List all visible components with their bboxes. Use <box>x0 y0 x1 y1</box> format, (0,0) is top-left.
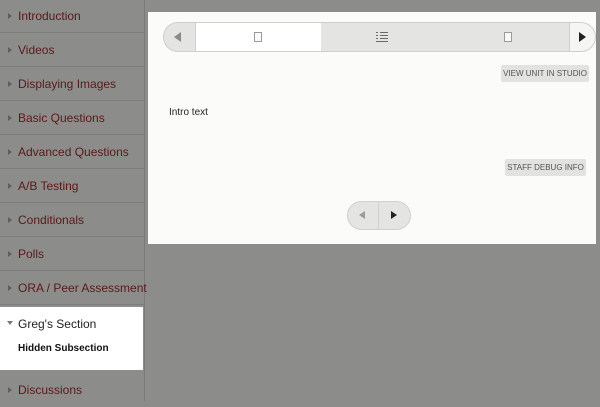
chevron-right-icon <box>579 32 586 42</box>
previous-unit-button[interactable] <box>348 202 379 229</box>
list-icon <box>376 31 390 43</box>
chevron-left-icon <box>359 211 365 219</box>
sidebar-item-ora-peer-assessment[interactable]: ORA / Peer Assessment <box>0 272 147 305</box>
chevron-down-icon <box>7 321 13 325</box>
chevron-right-icon <box>8 387 12 393</box>
sidebar-item-label: Polls <box>18 247 45 261</box>
next-unit-button[interactable] <box>379 202 410 229</box>
sequence-tab-1[interactable] <box>196 23 321 51</box>
sidebar-item-label: Advanced Questions <box>18 145 129 159</box>
sidebar-item-discussions[interactable]: Discussions <box>0 374 144 407</box>
sidebar-item-label: Basic Questions <box>18 111 105 125</box>
chevron-right-icon <box>8 47 12 53</box>
chevron-right-icon <box>391 211 397 219</box>
sidebar-item-label: Discussions <box>18 383 83 397</box>
chevron-right-icon <box>8 285 12 291</box>
sidebar-item-polls[interactable]: Polls <box>0 238 144 271</box>
chevron-right-icon <box>8 183 12 189</box>
sidebar-item-introduction[interactable]: Introduction <box>0 0 144 33</box>
sidebar-section-gregs-section[interactable]: Greg's Section Hidden Subsection <box>0 307 143 370</box>
sidebar-item-label: ORA / Peer Assessment <box>18 281 147 295</box>
bottom-sequence-navigation <box>347 201 411 230</box>
sequence-previous-button[interactable] <box>164 23 196 51</box>
chevron-right-icon <box>8 115 12 121</box>
sidebar-item-label: Displaying Images <box>18 77 117 91</box>
chevron-right-icon <box>8 251 12 257</box>
sidebar-item-advanced-questions[interactable]: Advanced Questions <box>0 136 144 169</box>
sidebar-item-label: Videos <box>18 43 55 57</box>
sidebar-item-label: Introduction <box>18 9 81 23</box>
sidebar-item-basic-questions[interactable]: Basic Questions <box>0 102 144 135</box>
view-unit-in-studio-button[interactable]: VIEW UNIT IN STUDIO <box>501 65 589 82</box>
sidebar-item-ab-testing[interactable]: A/B Testing <box>0 170 144 203</box>
chevron-right-icon <box>8 13 12 19</box>
sequence-navigation <box>163 22 596 52</box>
chevron-right-icon <box>8 149 12 155</box>
chevron-left-icon <box>174 32 181 42</box>
sidebar-subsection-hidden[interactable]: Hidden Subsection <box>18 343 109 354</box>
sequence-tab-2[interactable] <box>321 23 446 51</box>
sidebar-item-label: A/B Testing <box>18 179 79 193</box>
document-icon <box>254 32 262 42</box>
sidebar-item-videos[interactable]: Videos <box>0 34 144 67</box>
document-icon <box>504 32 512 42</box>
sidebar-section-label: Greg's Section <box>18 317 97 331</box>
staff-debug-info-button[interactable]: STAFF DEBUG INFO <box>505 159 586 176</box>
sequence-tab-3[interactable] <box>446 23 571 51</box>
sidebar-item-conditionals[interactable]: Conditionals <box>0 204 144 237</box>
course-navigation-sidebar: Introduction Videos Displaying Images Ba… <box>0 0 147 401</box>
chevron-right-icon <box>8 217 12 223</box>
intro-text: Intro text <box>169 107 208 118</box>
sequence-next-button[interactable] <box>569 23 595 51</box>
sidebar-item-displaying-images[interactable]: Displaying Images <box>0 68 144 101</box>
sidebar-item-label: Conditionals <box>18 213 85 227</box>
unit-content-panel: VIEW UNIT IN STUDIO Intro text STAFF DEB… <box>148 12 596 244</box>
chevron-right-icon <box>8 81 12 87</box>
